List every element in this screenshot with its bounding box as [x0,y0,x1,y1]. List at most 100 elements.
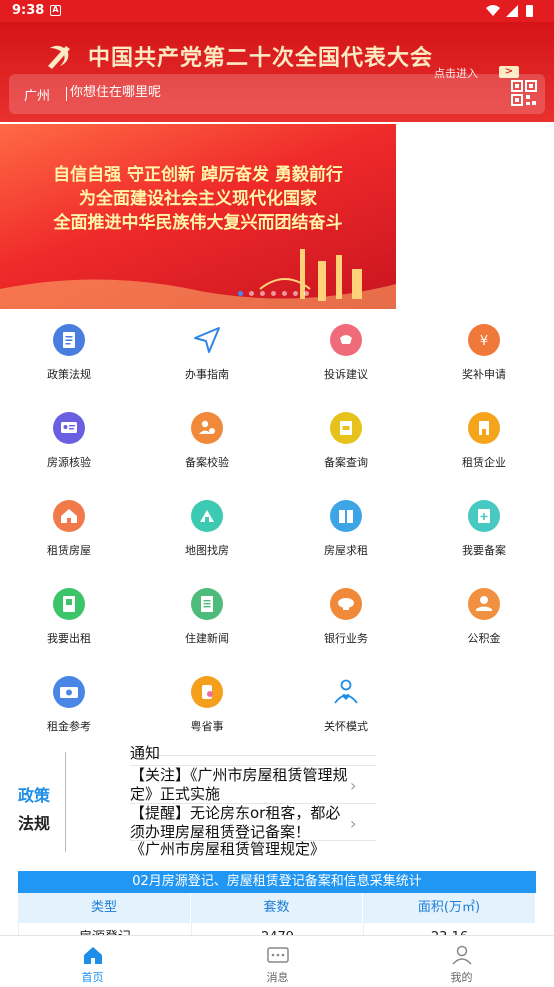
menu-item-2[interactable]: 办事指南 [138,318,276,398]
pagination-dot[interactable] [249,291,254,296]
tab-label: 首页 [81,971,104,984]
menu-item-10[interactable]: 地图找房 [138,494,276,574]
table-cell: 2479 [192,923,364,935]
tab-messages[interactable]: 消息 [185,936,370,987]
column-header: 类型 [18,893,191,923]
menu-item-label: 我要备案 [462,544,506,557]
menu-item-11[interactable]: 房屋求租 [277,494,415,574]
chevron-right-icon[interactable]: › [350,814,356,833]
complaint-icon [330,324,362,356]
navigation-arrow-icon [191,324,223,356]
policy-divider [65,752,66,852]
stats-title: 02月房源登记、房屋租赁登记备案和信息采集统计 [18,871,536,893]
menu-item-12[interactable]: 我要备案 [415,494,553,574]
menu-item-label: 备案校验 [185,456,229,469]
signal-icon [506,5,518,17]
status-bar: 9:38 A [0,0,554,22]
rent-out-icon [53,588,85,620]
svg-text:¥: ¥ [480,334,488,349]
qr-code-icon[interactable] [511,80,537,108]
id-check-icon [53,412,85,444]
record-query-icon [330,412,362,444]
notification-a-icon: A [50,5,61,16]
policy-tag-line2: 法规 [18,814,51,833]
user-icon [452,945,472,965]
news-item[interactable]: 【提醒】无论房东or租客，都必须办理房屋租赁登记备案！ [130,804,350,842]
menu-item-19[interactable]: 关怀模式 [277,670,415,750]
menu-item-label: 粤省事 [190,720,224,733]
pagination-dot[interactable] [271,291,276,296]
menu-item-13[interactable]: 我要出租 [0,582,138,662]
news-item[interactable]: 通知 [130,744,350,760]
tab-label: 我的 [450,971,473,984]
home-icon [84,947,102,964]
table-cell: 房源登记 [19,923,192,935]
search-divider [66,87,67,101]
menu-item-6[interactable]: 备案校验 [138,406,276,486]
news-icon [191,588,223,620]
house-icon [53,500,85,532]
menu-item-label: 房屋求租 [324,544,368,557]
city-selector[interactable]: 广州 [24,85,50,104]
menu-item-3[interactable]: 投诉建议 [277,318,415,398]
tab-profile[interactable]: 我的 [369,936,554,987]
yue-app-icon [191,676,223,708]
search-bar: 广州 [9,74,545,114]
search-input[interactable] [70,85,270,100]
table-cell: 23.16 [364,923,536,935]
money-icon [53,676,85,708]
menu-item-14[interactable]: 住建新闻 [138,582,276,662]
menu-item-17[interactable]: 租金参考 [0,670,138,750]
bottom-tab-bar: 首页 消息 我的 [0,935,554,986]
news-item[interactable]: 《广州市房屋租赁管理规定》 [130,840,350,856]
pagination-dot-active[interactable] [238,291,243,296]
battery-icon [526,5,533,17]
chevron-right-icon[interactable]: › [350,776,356,795]
menu-item-label: 租赁企业 [462,456,506,469]
pagination-dot[interactable] [260,291,265,296]
menu-item-5[interactable]: 房源核验 [0,406,138,486]
menu-item-16[interactable]: 公积金 [415,582,553,662]
menu-item-1[interactable]: 政策法规 [0,318,138,398]
banner-pagination[interactable] [238,291,309,297]
building-icon [330,500,362,532]
hero-banner[interactable]: 自信自强 守正创新 踔厉奋发 勇毅前行 为全面建设社会主义现代化国家 全面推进中… [0,124,396,309]
menu-item-label: 关怀模式 [324,720,368,733]
menu-item-label: 租金参考 [47,720,91,733]
city-skyline-illustration [0,249,396,309]
wifi-icon [486,5,500,16]
menu-item-label: 投诉建议 [324,368,368,381]
table-row: 房源登记 2479 23.16 [18,923,536,935]
menu-item-label: 我要出租 [47,632,91,645]
pagination-dot[interactable] [282,291,287,296]
stats-header-row: 类型 套数 面积(万㎡) [18,893,536,923]
menu-item-label: 奖补申请 [462,368,506,381]
news-item[interactable]: 【关注】《广州市房屋租赁管理规定》正式实施 [130,766,350,804]
menu-item-18[interactable]: 粤省事 [138,670,276,750]
bank-icon [330,588,362,620]
menu-item-label: 房源核验 [47,456,91,469]
banner-line-2: 为全面建设社会主义现代化国家 [79,189,317,209]
column-header: 面积(万㎡) [363,893,536,923]
enterprise-icon [468,412,500,444]
congress-banner-title[interactable]: 中国共产党第二十次全国代表大会 [88,40,433,72]
map-house-icon [191,500,223,532]
person-check-icon [191,412,223,444]
status-time: 9:38 [12,3,45,18]
tab-home[interactable]: 首页 [0,936,185,987]
pagination-dot[interactable] [293,291,298,296]
menu-item-label: 政策法规 [47,368,91,381]
menu-item-15[interactable]: 银行业务 [277,582,415,662]
yuan-icon: ¥ [468,324,500,356]
menu-item-label: 地图找房 [185,544,229,557]
menu-item-8[interactable]: 租赁企业 [415,406,553,486]
party-emblem-icon [48,45,70,69]
menu-item-7[interactable]: 备案查询 [277,406,415,486]
menu-item-label: 租赁房屋 [47,544,91,557]
banner-line-1: 自信自强 守正创新 踔厉奋发 勇毅前行 [53,165,343,185]
tab-label: 消息 [266,971,289,984]
menu-item-4[interactable]: ¥ 奖补申请 [415,318,553,398]
menu-item-label: 办事指南 [185,368,229,381]
menu-item-9[interactable]: 租赁房屋 [0,494,138,574]
pagination-dot[interactable] [304,291,309,296]
